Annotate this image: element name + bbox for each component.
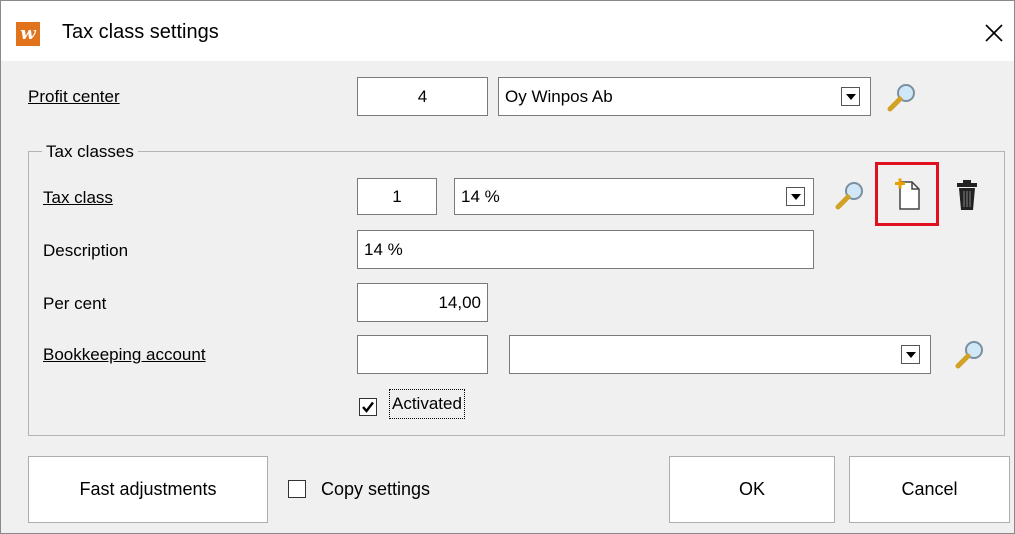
cancel-label: Cancel: [901, 479, 958, 499]
fast-adjustments-button[interactable]: Fast adjustments: [28, 456, 268, 523]
tax-class-code-field[interactable]: 1: [357, 178, 437, 215]
window-title: Tax class settings: [62, 21, 219, 43]
fast-adjustments-label: Fast adjustments: [79, 479, 217, 499]
ok-button[interactable]: OK: [669, 456, 835, 523]
description-field[interactable]: 14 %: [357, 230, 814, 269]
close-icon: [985, 24, 1003, 42]
bookkeeping-code-field[interactable]: [357, 335, 488, 374]
profit-center-label[interactable]: Profit center: [28, 87, 120, 107]
per-cent-label: Per cent: [43, 294, 107, 313]
tax-class-settings-window: w Tax class settings Profit center 4 Oy …: [0, 0, 1015, 534]
trash-icon[interactable]: [954, 179, 980, 211]
tax-class-label[interactable]: Tax class: [43, 188, 113, 208]
profit-center-search-icon[interactable]: [885, 81, 919, 115]
bookkeeping-account-label[interactable]: Bookkeeping account: [43, 345, 206, 365]
bookkeeping-account-select[interactable]: [509, 335, 931, 374]
tax-classes-group-title: Tax classes: [42, 142, 138, 162]
tax-class-select[interactable]: 14 %: [454, 178, 814, 215]
tax-class-search-icon[interactable]: [833, 179, 867, 213]
tax-class-dropdown-arrow[interactable]: [786, 187, 805, 206]
description-label: Description: [43, 241, 129, 260]
activated-checkbox[interactable]: [359, 398, 377, 416]
new-document-icon[interactable]: [892, 176, 924, 212]
cancel-button[interactable]: Cancel: [849, 456, 1010, 523]
tax-class-name: 14 %: [461, 186, 500, 206]
close-button[interactable]: [976, 15, 1012, 51]
checkmark-icon: [362, 401, 374, 413]
profit-center-code-field[interactable]: 4: [357, 77, 488, 116]
profit-center-name: Oy Winpos Ab: [505, 86, 613, 106]
bookkeeping-dropdown-arrow[interactable]: [901, 345, 920, 364]
title-bar: w Tax class settings: [1, 1, 1014, 61]
copy-settings-label[interactable]: Copy settings: [321, 479, 430, 500]
activated-label[interactable]: Activated: [389, 389, 465, 419]
ok-label: OK: [738, 479, 765, 499]
profit-center-dropdown-arrow[interactable]: [841, 87, 860, 106]
per-cent-field[interactable]: 14,00: [357, 283, 488, 322]
copy-settings-checkbox[interactable]: [288, 480, 306, 498]
app-icon: w: [16, 22, 40, 46]
profit-center-select[interactable]: Oy Winpos Ab: [498, 77, 871, 116]
bookkeeping-search-icon[interactable]: [953, 338, 987, 372]
